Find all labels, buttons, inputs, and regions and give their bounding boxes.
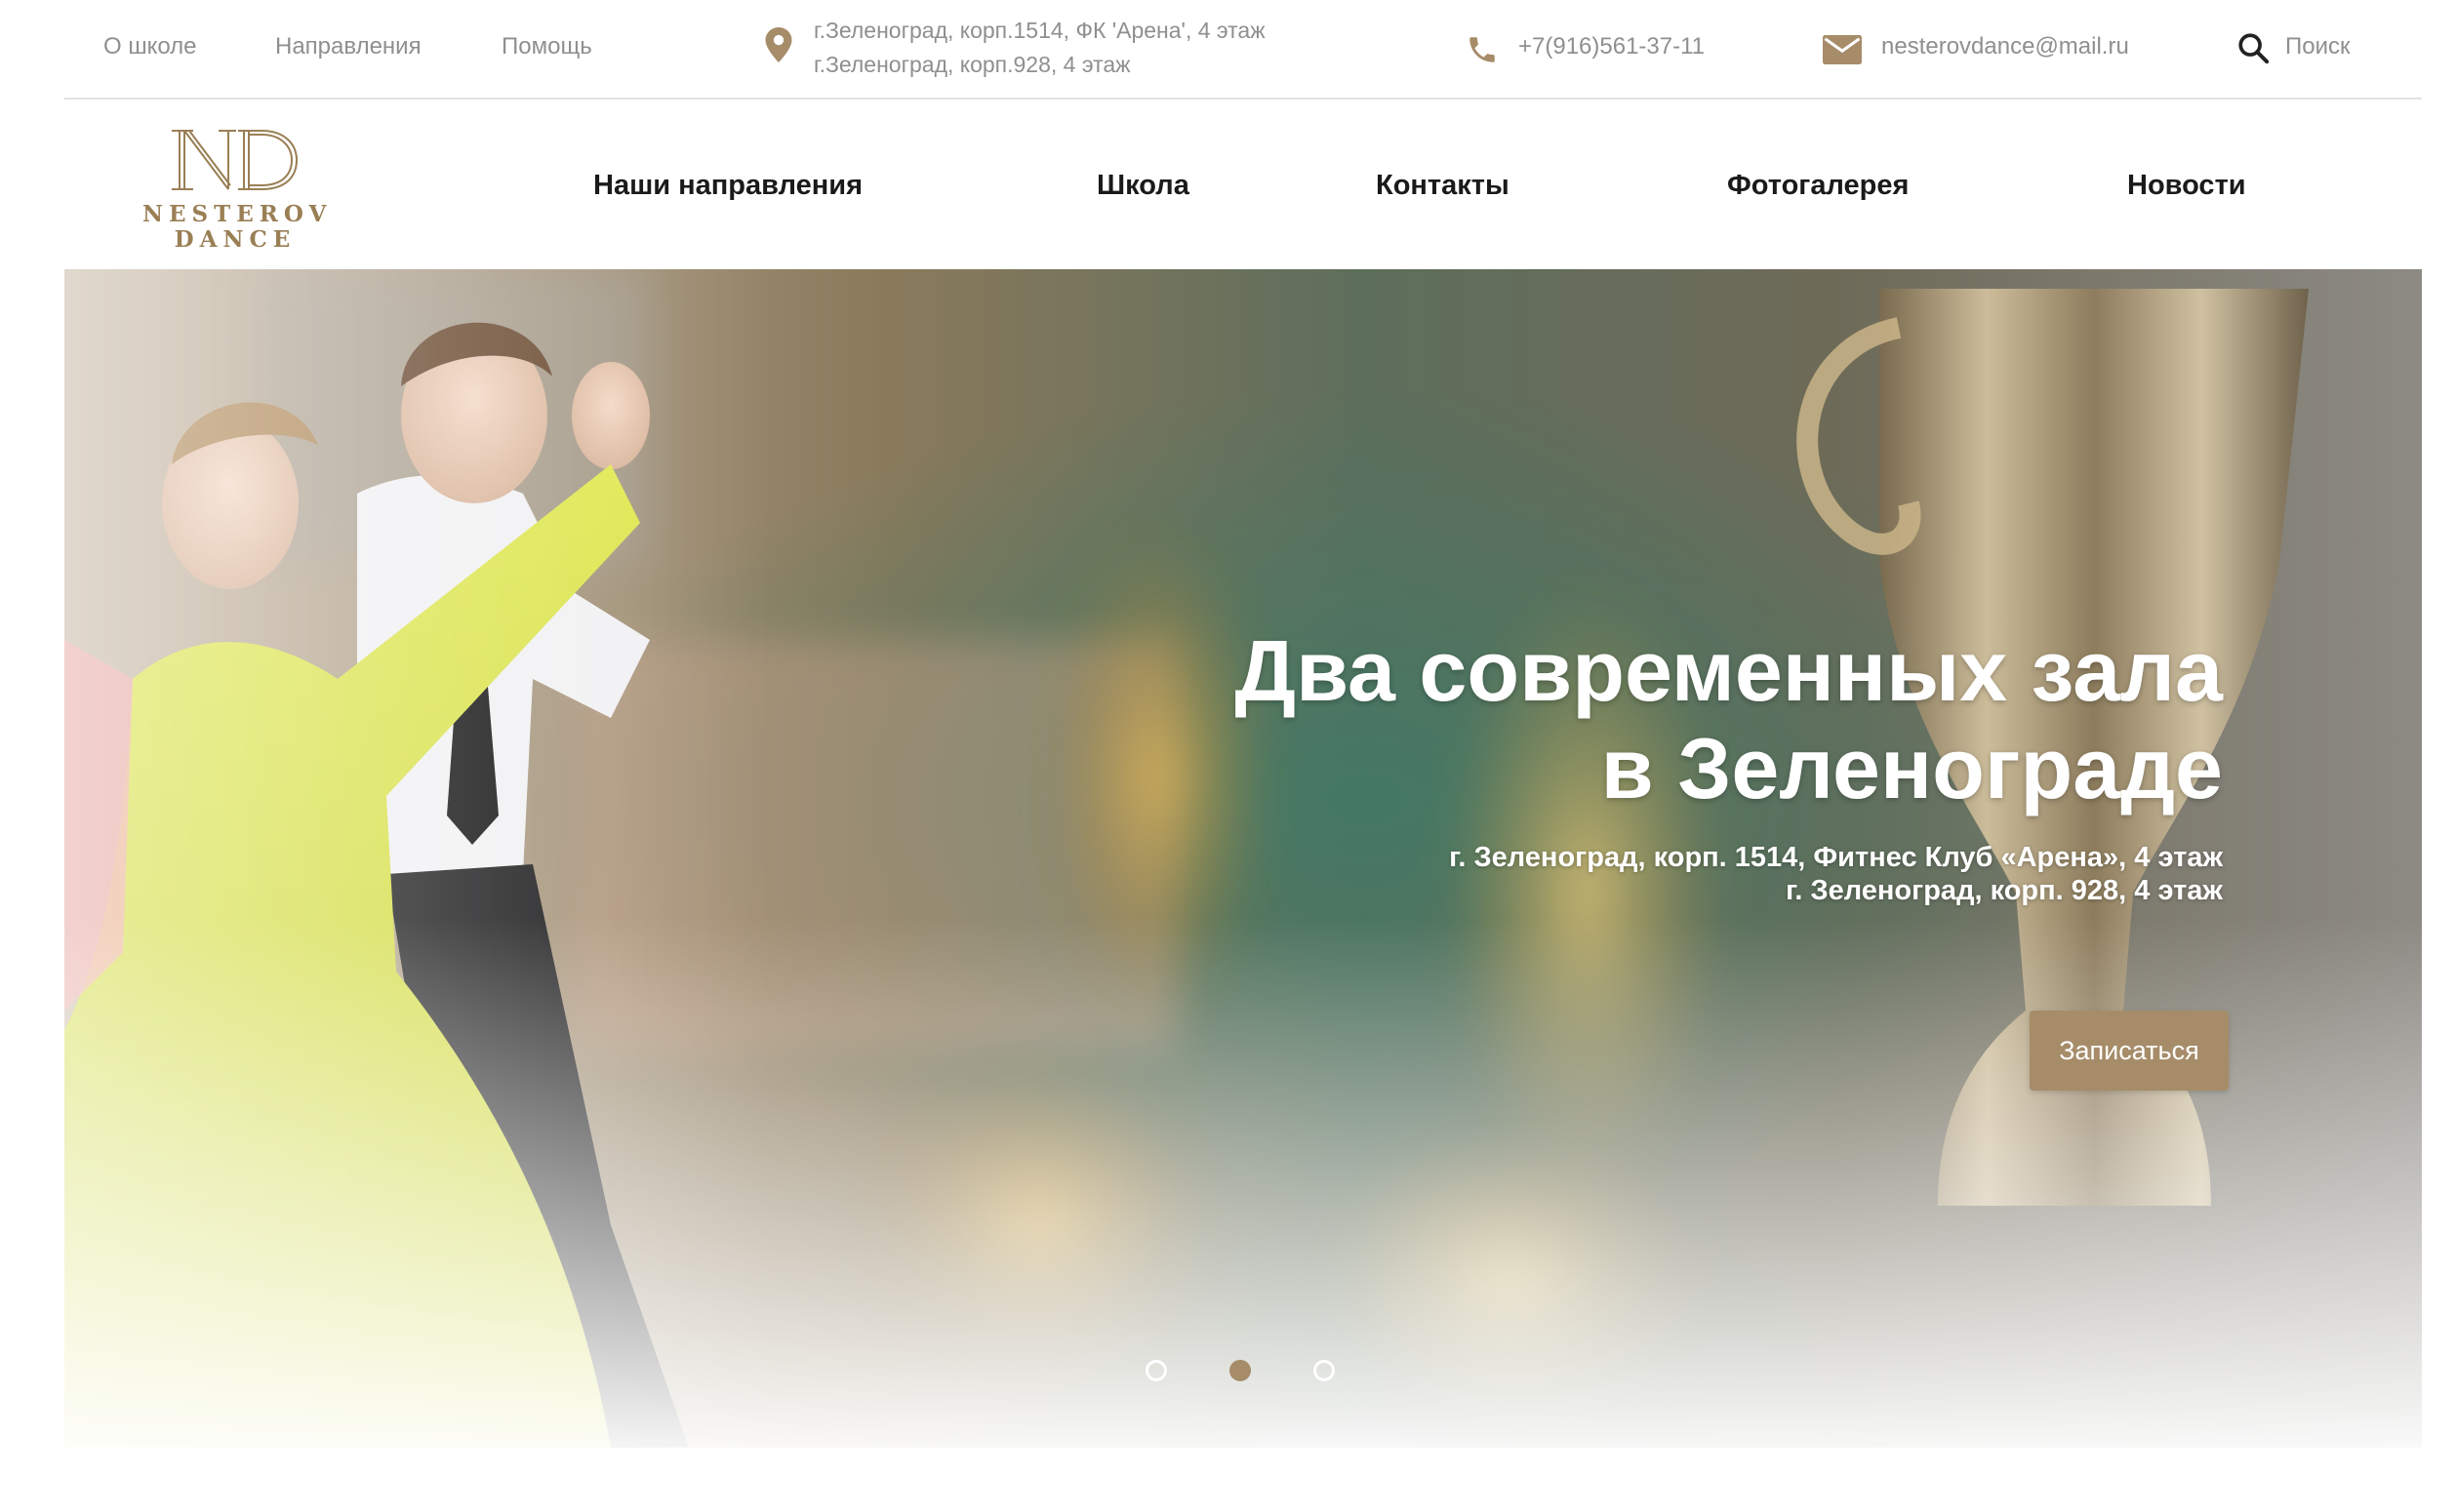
hero-subtitle-line-2: г. Зеленоград, корп. 928, 4 этаж [1786, 875, 2223, 906]
address-line-2: г.Зеленоград, корп.928, 4 этаж [814, 52, 1131, 77]
search-icon[interactable] [2236, 31, 2270, 64]
logo[interactable]: NESTEROV DANCE [142, 125, 333, 253]
logo-text-line-1: NESTEROV [142, 201, 333, 227]
hero-title: Два современных зала в Зеленограде [1052, 622, 2223, 817]
phone-icon [1469, 37, 1495, 62]
top-link-about[interactable]: О школе [103, 33, 197, 60]
hero-subtitle-line-1: г. Зеленоград, корп. 1514, Фитнес Клуб «… [1449, 842, 2223, 873]
hero-title-line-1: Два современных зала [1234, 622, 2223, 719]
envelope-icon [1823, 35, 1862, 64]
logo-monogram [172, 130, 299, 190]
hero-title-line-2: в Зеленограде [1600, 720, 2223, 816]
nav-item-gallery[interactable]: Фотогалерея [1727, 170, 1909, 202]
hero-subtitle: г. Зеленоград, корп. 1514, Фитнес Клуб «… [1052, 841, 2223, 907]
nav-item-directions[interactable]: Наши направления [593, 170, 863, 202]
address-block: г.Зеленоград, корп.1514, ФК 'Арена', 4 э… [814, 14, 1266, 82]
signup-button[interactable]: Записаться [2030, 1011, 2229, 1091]
logo-text-line-2: DANCE [174, 226, 297, 253]
email-link[interactable]: nesterovdance@mail.ru [1881, 33, 2129, 60]
map-pin-icon [765, 27, 792, 62]
slider-dot-2[interactable] [1229, 1360, 1251, 1381]
nav-item-school[interactable]: Школа [1097, 170, 1189, 202]
nav-item-news[interactable]: Новости [2127, 170, 2246, 202]
slider-dot-1[interactable] [1146, 1360, 1167, 1381]
search-link[interactable]: Поиск [2285, 33, 2351, 60]
address-line-1: г.Зеленоград, корп.1514, ФК 'Арена', 4 э… [814, 18, 1266, 43]
top-link-help[interactable]: Помощь [502, 33, 592, 60]
main-navigation: NESTEROV DANCE Наши направления Школа Ко… [64, 101, 2422, 269]
top-link-directions[interactable]: Направления [275, 33, 422, 60]
slider-dot-3[interactable] [1313, 1360, 1335, 1381]
top-utility-bar: О школе Направления Помощь г.Зеленоград,… [64, 0, 2422, 99]
phone-link[interactable]: +7(916)561-37-11 [1518, 33, 1705, 60]
nav-item-contacts[interactable]: Контакты [1376, 170, 1509, 202]
hero-slider: Два современных зала в Зеленограде г. Зе… [64, 269, 2422, 1448]
